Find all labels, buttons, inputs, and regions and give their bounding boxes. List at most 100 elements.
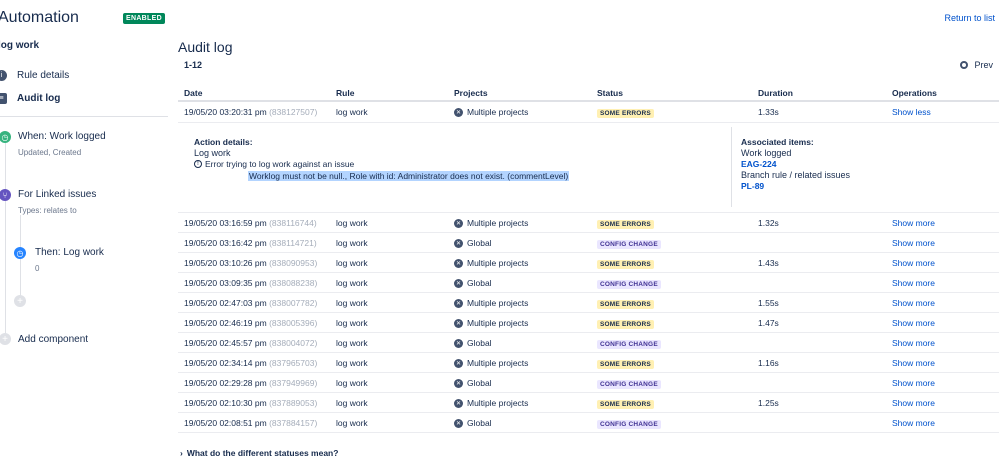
app-title: Automation <box>0 9 79 26</box>
table-row[interactable]: 19/05/20 03:10:26 pm (838090953) log wor… <box>178 253 999 273</box>
table-row[interactable]: 19/05/20 03:09:35 pm (838088238) log wor… <box>178 273 999 293</box>
show-more-link[interactable]: Show more <box>892 258 935 268</box>
branch-icon: ⑂ <box>0 189 11 201</box>
sidebar-item-label: Rule details <box>17 70 70 81</box>
show-more-link[interactable]: Show more <box>892 278 935 288</box>
row-date: 19/05/20 02:45:57 pm (838004072) <box>184 338 318 348</box>
row-duration: 1.32s <box>758 218 779 228</box>
column-header-operations: Operations <box>892 88 937 98</box>
return-to-list-link[interactable]: Return to list <box>944 13 995 23</box>
enabled-badge: ENABLED <box>123 13 165 24</box>
show-more-link[interactable]: Show more <box>892 358 935 368</box>
project-icon: ✕ <box>454 358 463 368</box>
show-more-link[interactable]: Show more <box>892 398 935 408</box>
status-badge: SOME ERRORS <box>597 358 654 369</box>
row-date: 19/05/20 02:46:19 pm (838005396) <box>184 318 318 328</box>
loading-icon <box>960 61 969 69</box>
column-header-rule[interactable]: Rule <box>336 88 354 98</box>
status-badge: CONFIG CHANGE <box>597 278 661 289</box>
audit-log-table: Date Rule Projects Status Duration Opera… <box>178 84 999 433</box>
row-date: 19/05/20 03:10:26 pm (838090953) <box>184 258 318 268</box>
sidebar-item-rule-details[interactable]: i Rule details <box>0 70 69 81</box>
row-project: ✕ Multiple projects <box>454 298 529 308</box>
status-badge: CONFIG CHANGE <box>597 418 661 429</box>
table-row[interactable]: 19/05/20 02:47:03 pm (838007782) log wor… <box>178 293 999 313</box>
row-duration: 1.47s <box>758 318 779 328</box>
row-rule: log work <box>336 238 368 248</box>
row-duration: 1.16s <box>758 358 779 368</box>
project-icon: ✕ <box>454 258 463 268</box>
row-date: 19/05/20 03:20:31 pm (838127507) <box>184 107 318 117</box>
show-more-link[interactable]: Show more <box>892 318 935 328</box>
show-more-link[interactable]: Show more <box>892 338 935 348</box>
issue-link-pl-89[interactable]: PL-89 <box>741 181 850 191</box>
sidebar-item-audit-log[interactable]: ≡ Audit log <box>0 93 60 104</box>
row-duration: 1.55s <box>758 298 779 308</box>
table-row[interactable]: 19/05/20 02:46:19 pm (838005396) log wor… <box>178 313 999 333</box>
error-detail: Worklog must not be null., Role with id:… <box>248 171 570 181</box>
show-more-link[interactable]: Show more <box>892 418 935 428</box>
row-rule: log work <box>336 338 368 348</box>
table-row[interactable]: 19/05/20 02:34:14 pm (837965703) log wor… <box>178 353 999 373</box>
project-icon: ✕ <box>454 378 463 388</box>
status-badge: SOME ERRORS <box>597 218 654 229</box>
branch-component[interactable]: For Linked issues Types: relates to <box>18 189 96 215</box>
error-message: ! Error trying to log work against an is… <box>194 159 354 169</box>
show-more-link[interactable]: Show more <box>892 238 935 248</box>
sidebar: Automation ENABLED log work i Rule detai… <box>0 0 168 464</box>
column-header-status[interactable]: Status <box>597 88 623 98</box>
row-date: 19/05/20 02:08:51 pm (837884157) <box>184 418 318 428</box>
row-date: 19/05/20 02:34:14 pm (837965703) <box>184 358 318 368</box>
table-row[interactable]: 19/05/20 03:16:59 pm (838116744) log wor… <box>178 213 999 233</box>
project-icon: ✕ <box>454 318 463 328</box>
clock-icon: ◷ <box>0 131 11 143</box>
status-badge: SOME ERRORS <box>597 258 654 269</box>
row-project: ✕ Multiple projects <box>454 398 529 408</box>
row-project: ✕ Multiple projects <box>454 258 529 268</box>
action-component[interactable]: Then: Log work 0 <box>35 247 104 273</box>
row-rule: log work <box>336 398 368 408</box>
status-badge: CONFIG CHANGE <box>597 378 661 389</box>
statuses-help-link[interactable]: › What do the different statuses mean? <box>180 448 338 458</box>
show-more-link[interactable]: Show more <box>892 218 935 228</box>
row-rule: log work <box>336 298 368 308</box>
row-project: ✕ Multiple projects <box>454 358 529 368</box>
list-icon: ≡ <box>0 93 7 104</box>
row-rule: log work <box>336 278 368 288</box>
row-rule: log work <box>336 418 368 428</box>
page-title: Audit log <box>178 39 233 55</box>
status-badge: SOME ERRORS <box>597 107 654 118</box>
add-component-icon[interactable]: + <box>0 333 11 345</box>
show-more-link[interactable]: Show more <box>892 378 935 388</box>
table-row[interactable]: 19/05/20 02:08:51 pm (837884157) log wor… <box>178 413 999 433</box>
trigger-component[interactable]: When: Work logged Updated, Created <box>18 131 106 157</box>
row-duration: 1.33s <box>758 107 779 117</box>
project-icon: ✕ <box>454 338 463 348</box>
table-row[interactable]: 19/05/20 03:16:42 pm (838114721) log wor… <box>178 233 999 253</box>
info-icon: i <box>0 70 7 81</box>
column-header-projects[interactable]: Projects <box>454 88 488 98</box>
row-rule: log work <box>336 318 368 328</box>
table-row[interactable]: 19/05/20 02:29:28 pm (837949969) log wor… <box>178 373 999 393</box>
table-row-expanded[interactable]: 19/05/20 03:20:31 pm (838127507) log wor… <box>178 102 999 123</box>
row-date: 19/05/20 02:47:03 pm (838007782) <box>184 298 318 308</box>
prev-button[interactable]: Prev <box>960 60 993 70</box>
row-project: ✕ Multiple projects <box>454 107 529 117</box>
row-rule: log work <box>336 107 368 117</box>
status-badge: SOME ERRORS <box>597 398 654 409</box>
project-icon: ✕ <box>454 278 463 288</box>
show-more-link[interactable]: Show more <box>892 298 935 308</box>
add-component-button[interactable]: Add component <box>18 334 88 345</box>
action-details: Action details: Log work ! Error trying … <box>194 137 355 169</box>
column-header-duration[interactable]: Duration <box>758 88 793 98</box>
issue-link-eag-224[interactable]: EAG-224 <box>741 159 850 169</box>
table-row[interactable]: 19/05/20 02:45:57 pm (838004072) log wor… <box>178 333 999 353</box>
status-badge: CONFIG CHANGE <box>597 238 661 249</box>
table-row[interactable]: 19/05/20 02:10:30 pm (837889053) log wor… <box>178 393 999 413</box>
show-less-link[interactable]: Show less <box>892 107 931 117</box>
timeline-line <box>5 143 6 338</box>
rule-name: log work <box>0 40 40 51</box>
project-icon: ✕ <box>454 418 463 428</box>
add-branch-component-button[interactable]: + <box>14 295 26 307</box>
column-header-date[interactable]: Date <box>184 88 202 98</box>
